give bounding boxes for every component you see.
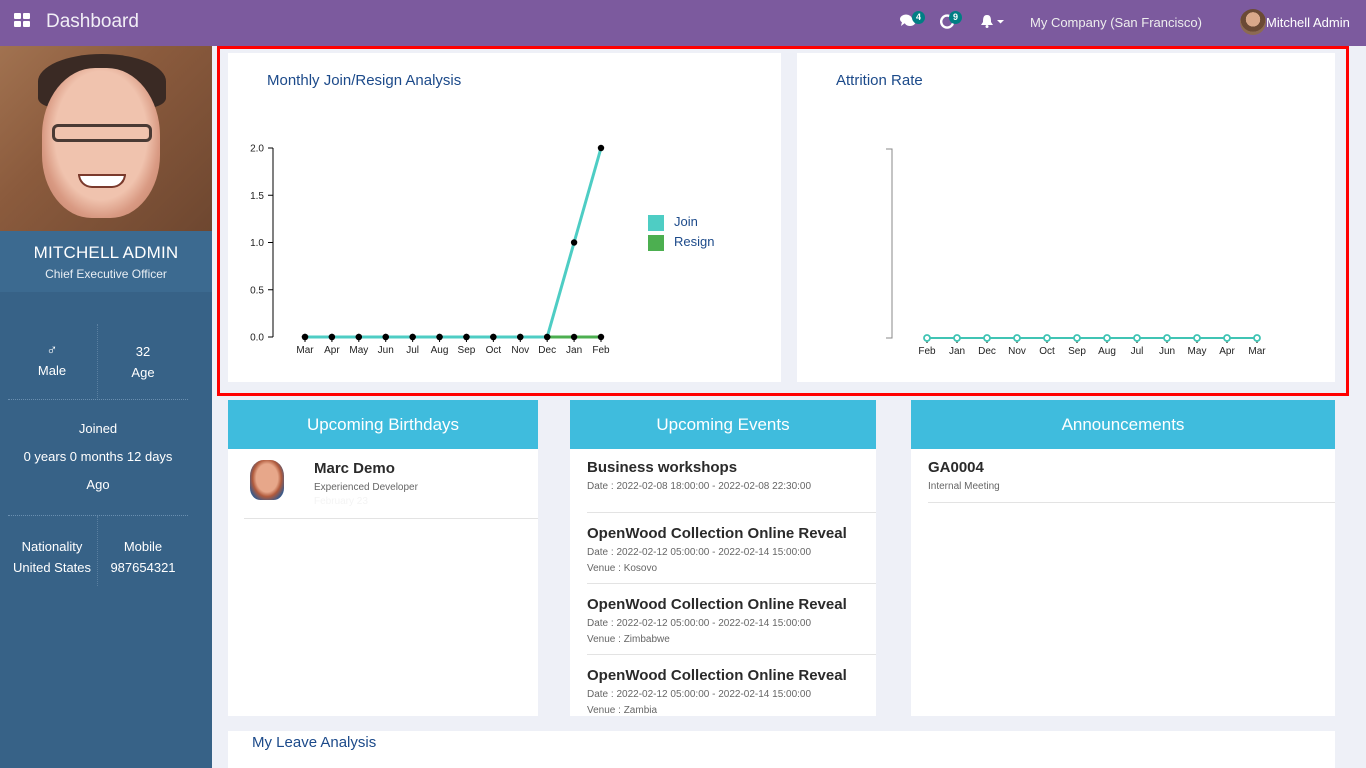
user-avatar[interactable]: [1240, 9, 1266, 35]
gender-value: Male: [37, 363, 67, 378]
event-date: Date : 2022-02-08 18:00:00 - 2022-02-08 …: [587, 481, 812, 492]
list-item[interactable]: Business workshops Date : 2022-02-08 18:…: [587, 459, 876, 512]
highlight-frame: [217, 46, 1349, 396]
divider: [244, 518, 538, 519]
app-title: Dashboard: [46, 11, 139, 32]
avatar: [250, 460, 284, 500]
event-date: Date : 2022-02-12 05:00:00 - 2022-02-14 …: [587, 618, 812, 629]
joined-duration: 0 years 0 months 12 days: [23, 449, 173, 464]
announcements-list: GA0004 Internal Meeting: [911, 449, 1335, 716]
divider: [8, 399, 188, 400]
gender-stat: ♂ Male: [0, 342, 104, 378]
nationality-value: United States: [12, 560, 92, 575]
list-item[interactable]: Marc Demo Experienced Developer February…: [244, 449, 538, 519]
birthday-job: Experienced Developer: [314, 482, 418, 493]
joined-label: Joined: [78, 421, 118, 436]
events-header: Upcoming Events: [570, 400, 876, 449]
announcement-name: GA0004: [928, 459, 984, 476]
event-venue: Venue : Zimbabwe: [587, 634, 670, 645]
age-stat: 32 Age: [97, 344, 189, 380]
bell-icon[interactable]: [980, 14, 1006, 32]
list-item[interactable]: GA0004 Internal Meeting: [928, 459, 1335, 503]
event-name: OpenWood Collection Online Reveal: [587, 525, 847, 542]
messages-count-badge: 4: [912, 11, 926, 24]
leave-analysis-title: My Leave Analysis: [252, 734, 377, 751]
nationality-label: Nationality: [21, 539, 83, 554]
age-value: 32: [135, 344, 151, 359]
user-menu[interactable]: Mitchell Admin: [1266, 15, 1350, 30]
leave-analysis-card: My Leave Analysis: [228, 731, 1335, 768]
list-item[interactable]: OpenWood Collection Online Reveal Date :…: [587, 513, 876, 583]
company-switcher[interactable]: My Company (San Francisco): [1030, 15, 1202, 30]
apps-grid-icon[interactable]: [14, 13, 32, 29]
nationality-stat: Nationality United States: [0, 539, 104, 575]
mobile-label: Mobile: [123, 539, 163, 554]
event-venue: Venue : Zambia: [587, 705, 658, 716]
list-item[interactable]: OpenWood Collection Online Reveal Date :…: [587, 655, 876, 716]
mobile-stat: Mobile 987654321: [97, 539, 189, 575]
divider: [928, 502, 1335, 503]
birthdays-list: Marc Demo Experienced Developer February…: [228, 449, 538, 716]
event-venue: Venue : Kosovo: [587, 563, 658, 574]
list-item[interactable]: OpenWood Collection Online Reveal Date :…: [587, 584, 876, 654]
top-navbar: Dashboard 4 9 My Company (San Francisco)…: [0, 0, 1366, 46]
event-name: Business workshops: [587, 459, 738, 476]
joined-suffix: Ago: [86, 477, 110, 492]
mobile-value: 987654321: [110, 560, 176, 575]
profile-header: MITCHELL ADMIN Chief Executive Officer: [0, 231, 212, 292]
employee-profile-sidebar: MITCHELL ADMIN Chief Executive Officer ♂…: [0, 46, 212, 768]
employee-photo: [0, 46, 212, 231]
male-icon: ♂: [46, 342, 58, 359]
age-label: Age: [131, 365, 155, 380]
event-name: OpenWood Collection Online Reveal: [587, 667, 847, 684]
joined-stat: Joined 0 years 0 months 12 days Ago: [0, 421, 196, 492]
events-list: Business workshops Date : 2022-02-08 18:…: [570, 449, 876, 716]
divider: [8, 515, 188, 516]
event-date: Date : 2022-02-12 05:00:00 - 2022-02-14 …: [587, 689, 812, 700]
event-date: Date : 2022-02-12 05:00:00 - 2022-02-14 …: [587, 547, 812, 558]
employee-job-title: Chief Executive Officer: [45, 267, 167, 281]
birthday-name: Marc Demo: [314, 460, 395, 477]
event-name: OpenWood Collection Online Reveal: [587, 596, 847, 613]
employee-name: MITCHELL ADMIN: [33, 243, 179, 262]
birthday-date: February 23: [314, 496, 368, 507]
birthdays-header: Upcoming Birthdays: [228, 400, 538, 449]
announcement-desc: Internal Meeting: [928, 481, 1000, 492]
announcements-header: Announcements: [911, 400, 1335, 449]
activities-count-badge: 9: [949, 11, 963, 24]
